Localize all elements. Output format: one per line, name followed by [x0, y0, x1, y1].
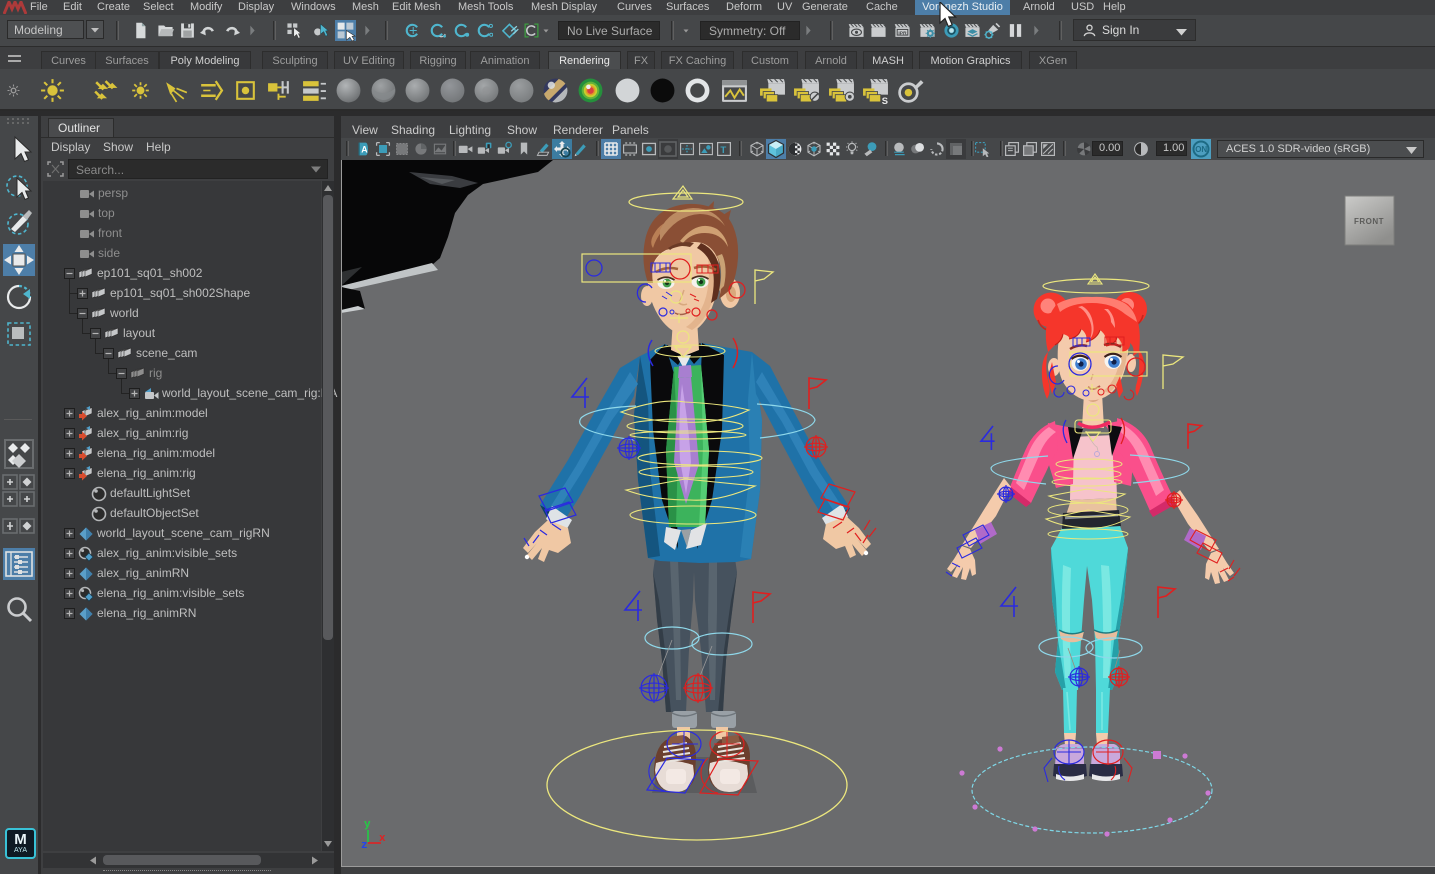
svg-text:ON: ON [1195, 145, 1207, 154]
svg-text:FRONT: FRONT [1354, 217, 1384, 226]
svg-text:A: A [361, 145, 368, 155]
svg-text:T: T [720, 145, 726, 156]
svg-text:IPR: IPR [898, 30, 907, 36]
svg-text:y: y [364, 819, 371, 831]
svg-text:S: S [882, 96, 888, 104]
svg-text:z: z [361, 840, 368, 852]
svg-text:x: x [379, 833, 386, 845]
